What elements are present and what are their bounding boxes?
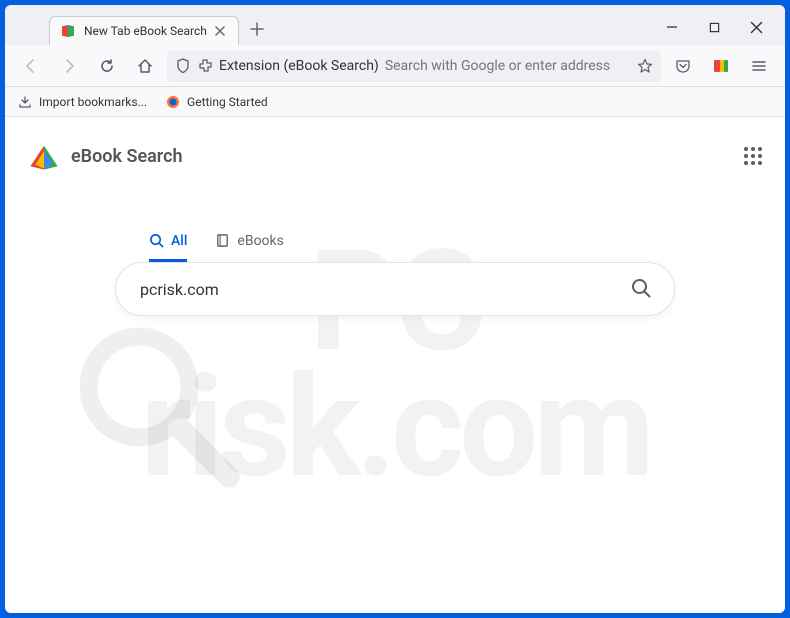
pocket-button[interactable] xyxy=(667,50,699,82)
forward-button[interactable] xyxy=(53,50,85,82)
account-button[interactable] xyxy=(705,50,737,82)
apps-grid-icon[interactable] xyxy=(743,146,763,166)
book-logo-icon xyxy=(27,139,61,173)
address-input[interactable] xyxy=(385,58,631,74)
maximize-button[interactable] xyxy=(693,13,735,41)
app-menu-button[interactable] xyxy=(743,50,775,82)
page-header: eBook Search xyxy=(5,117,785,173)
import-icon xyxy=(17,94,33,110)
tab-all-label: All xyxy=(171,233,187,249)
tab-all[interactable]: All xyxy=(149,233,187,262)
tab-title: New Tab eBook Search xyxy=(84,24,212,38)
back-button[interactable] xyxy=(15,50,47,82)
tab-favicon-icon xyxy=(60,23,76,39)
titlebar: New Tab eBook Search xyxy=(5,5,785,45)
import-bookmarks-button[interactable]: Import bookmarks... xyxy=(17,94,147,110)
search-tabs: All eBooks xyxy=(115,233,675,262)
browser-tab[interactable]: New Tab eBook Search xyxy=(49,16,239,45)
firefox-icon xyxy=(165,94,181,110)
book-icon xyxy=(215,233,231,249)
shield-icon[interactable] xyxy=(175,58,191,74)
new-tab-button[interactable] xyxy=(243,15,271,43)
extension-icon[interactable] xyxy=(197,58,213,74)
getting-started-label: Getting Started xyxy=(187,95,268,109)
page-content: PCrisk.com eBook Search xyxy=(5,117,785,613)
bookmarks-toolbar: Import bookmarks... Getting Started xyxy=(5,87,785,117)
tab-ebooks[interactable]: eBooks xyxy=(215,233,283,262)
url-bar[interactable]: Extension (eBook Search) xyxy=(167,50,661,82)
reload-button[interactable] xyxy=(91,50,123,82)
window-controls xyxy=(651,5,777,41)
tab-close-icon[interactable] xyxy=(212,23,228,39)
getting-started-bookmark[interactable]: Getting Started xyxy=(165,94,268,110)
nav-toolbar: Extension (eBook Search) xyxy=(5,45,785,87)
urlbar-extension-label: Extension (eBook Search) xyxy=(219,58,379,74)
search-icon xyxy=(149,233,165,249)
import-bookmarks-label: Import bookmarks... xyxy=(39,95,147,109)
watermark-magnifier-icon xyxy=(67,315,247,495)
search-input[interactable] xyxy=(140,280,630,299)
close-window-button[interactable] xyxy=(735,13,777,41)
brand-logo[interactable]: eBook Search xyxy=(27,139,183,173)
search-submit-icon[interactable] xyxy=(630,277,654,301)
search-box xyxy=(115,262,675,316)
browser-window: New Tab eBook Search xyxy=(5,5,785,613)
bookmark-star-icon[interactable] xyxy=(637,58,653,74)
tab-ebooks-label: eBooks xyxy=(237,233,283,249)
brand-name: eBook Search xyxy=(71,146,183,167)
home-button[interactable] xyxy=(129,50,161,82)
minimize-button[interactable] xyxy=(651,13,693,41)
search-area: All eBooks xyxy=(115,233,675,316)
